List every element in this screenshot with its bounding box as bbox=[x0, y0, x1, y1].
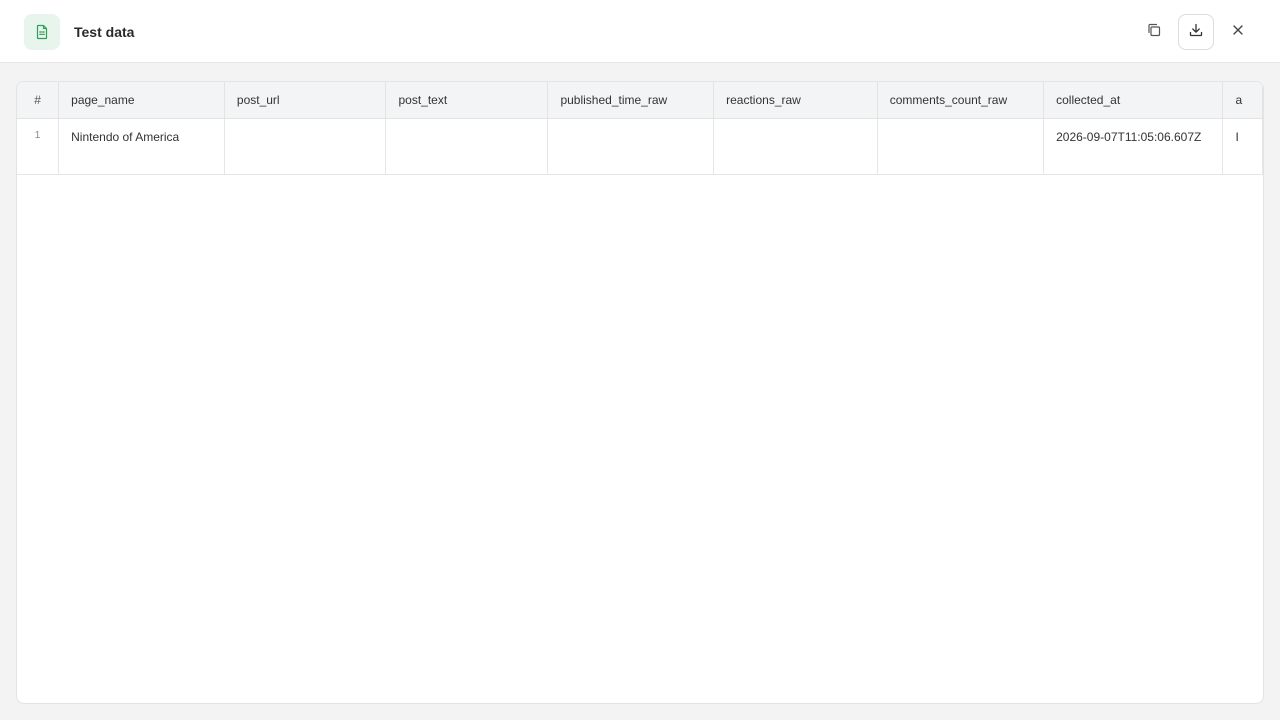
table-header-row: # page_name post_url post_text published… bbox=[17, 82, 1263, 119]
column-header-index: # bbox=[17, 82, 60, 119]
spreadsheet-icon bbox=[24, 14, 60, 50]
table-cell[interactable] bbox=[547, 118, 715, 175]
column-header-collected-at[interactable]: collected_at bbox=[1043, 82, 1224, 119]
data-table: # page_name post_url post_text published… bbox=[17, 82, 1263, 175]
dialog-title: Test data bbox=[74, 24, 135, 40]
table-cell[interactable]: Nintendo of America bbox=[58, 118, 225, 175]
dialog-header: Test data bbox=[0, 0, 1280, 63]
column-header-post-url[interactable]: post_url bbox=[224, 82, 387, 119]
copy-button[interactable] bbox=[1136, 14, 1172, 50]
download-button[interactable] bbox=[1178, 14, 1214, 50]
column-header-post-text[interactable]: post_text bbox=[385, 82, 549, 119]
row-index: 1 bbox=[17, 118, 60, 175]
close-icon bbox=[1231, 23, 1245, 42]
data-table-panel[interactable]: # page_name post_url post_text published… bbox=[16, 81, 1264, 704]
download-icon bbox=[1188, 22, 1204, 43]
column-header-truncated[interactable]: a bbox=[1222, 82, 1263, 119]
close-button[interactable] bbox=[1220, 14, 1256, 50]
table-cell[interactable] bbox=[713, 118, 878, 175]
table-cell[interactable]: 2026-09-07T11:05:06.607Z bbox=[1043, 118, 1224, 175]
column-header-reactions-raw[interactable]: reactions_raw bbox=[713, 82, 878, 119]
column-header-published-time-raw[interactable]: published_time_raw bbox=[547, 82, 715, 119]
column-header-comments-count-raw[interactable]: comments_count_raw bbox=[877, 82, 1045, 119]
table-cell[interactable] bbox=[385, 118, 549, 175]
copy-icon bbox=[1146, 22, 1162, 43]
table-cell[interactable]: I bbox=[1222, 118, 1263, 175]
column-header-page-name[interactable]: page_name bbox=[58, 82, 225, 119]
table-cell[interactable] bbox=[224, 118, 387, 175]
table-cell[interactable] bbox=[877, 118, 1045, 175]
table-row: 1 Nintendo of America 2026-09-07T11:05:0… bbox=[17, 118, 1263, 175]
